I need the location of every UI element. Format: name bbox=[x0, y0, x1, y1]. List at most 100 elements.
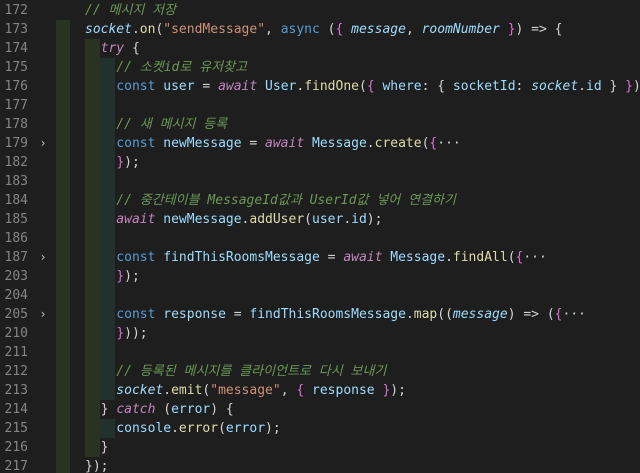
code-text: // 중간테이블 MessageId값과 UserId값 넣어 연결하기 bbox=[85, 191, 456, 210]
code-token: . bbox=[163, 383, 172, 398]
code-token: message bbox=[452, 307, 508, 322]
code-line[interactable]: 213 socket.emit("message", { response })… bbox=[0, 381, 640, 400]
code-text: }); bbox=[85, 457, 108, 473]
code-token: Message bbox=[382, 250, 446, 265]
code-line[interactable]: 178 // 새 메시지 등록 bbox=[0, 115, 640, 134]
code-token: }); bbox=[85, 459, 109, 473]
code-token: . bbox=[366, 136, 375, 151]
code-token: ( bbox=[507, 250, 516, 265]
line-number: 210 bbox=[4, 326, 28, 341]
code-token: const bbox=[85, 79, 156, 94]
code-token: catch bbox=[116, 402, 156, 417]
fold-chevron-icon[interactable]: › bbox=[37, 248, 49, 267]
code-token: response bbox=[155, 307, 226, 322]
code-text: socket.on("sendMessage", async ({ messag… bbox=[85, 20, 563, 39]
code-token: user bbox=[155, 79, 195, 94]
code-text: const findThisRoomsMessage = await Messa… bbox=[85, 248, 547, 267]
code-line[interactable]: 186 bbox=[0, 229, 640, 248]
code-token: : { bbox=[421, 79, 453, 94]
code-text: const response = findThisRoomsMessage.ma… bbox=[85, 305, 586, 324]
code-token: newMessage bbox=[155, 136, 242, 151]
code-token: ) => { bbox=[515, 22, 563, 37]
code-line[interactable]: 216 } bbox=[0, 438, 640, 457]
code-token: where bbox=[374, 79, 422, 94]
code-token: ··· bbox=[437, 136, 461, 151]
code-token: { bbox=[124, 41, 140, 56]
code-line[interactable]: 215 console.error(error); bbox=[0, 419, 640, 438]
code-line[interactable]: 211 bbox=[0, 343, 640, 362]
line-number: 211 bbox=[4, 345, 28, 360]
code-line[interactable]: 182 }); bbox=[0, 153, 640, 172]
fold-chevron-icon[interactable]: › bbox=[37, 134, 49, 153]
code-token: socket bbox=[85, 383, 164, 398]
code-token: . bbox=[343, 212, 352, 227]
code-line[interactable]: 184 // 중간테이블 MessageId값과 UserId값 넣어 연결하기 bbox=[0, 191, 640, 210]
code-line[interactable]: 203 }); bbox=[0, 267, 640, 286]
code-token: findThisRoomsMessage bbox=[155, 250, 320, 265]
line-number: 177 bbox=[4, 98, 28, 113]
code-line[interactable]: 176 const user = await User.findOne({ wh… bbox=[0, 77, 640, 96]
code-token: ··· bbox=[523, 250, 547, 265]
code-token: } bbox=[625, 79, 633, 94]
code-token: // 등록된 메시지를 클라이언트로 다시 보내기 bbox=[85, 364, 387, 379]
code-token: // 새 메시지 등록 bbox=[85, 117, 228, 132]
code-line[interactable]: 210 })); bbox=[0, 324, 640, 343]
code-line[interactable]: 175 // 소켓id로 유저찾고 bbox=[0, 58, 640, 77]
code-token: ( bbox=[155, 402, 172, 417]
code-line[interactable]: 204 bbox=[0, 286, 640, 305]
code-line[interactable]: 177 bbox=[0, 96, 640, 115]
code-line[interactable]: 187 › const findThisRoomsMessage = await … bbox=[0, 248, 640, 267]
code-text: // 소켓id로 유저찾고 bbox=[85, 58, 247, 77]
code-line[interactable]: 173 socket.on("sendMessage", async ({ mes… bbox=[0, 20, 640, 39]
code-text: try { bbox=[85, 39, 140, 58]
code-token: await bbox=[218, 79, 258, 94]
code-line[interactable]: 183 bbox=[0, 172, 640, 191]
code-token: . bbox=[171, 421, 179, 436]
code-token: roomNumber bbox=[421, 22, 500, 37]
code-line[interactable]: 212 // 등록된 메시지를 클라이언트로 다시 보내기 bbox=[0, 362, 640, 381]
code-token: , bbox=[265, 22, 281, 37]
code-line[interactable]: 205 › const response = findThisRoomsMessa… bbox=[0, 305, 640, 324]
code-token: findAll bbox=[452, 250, 508, 265]
code-token: { bbox=[554, 307, 563, 322]
code-token: "message" bbox=[210, 383, 281, 398]
line-number: 186 bbox=[4, 231, 28, 246]
code-token: on bbox=[139, 22, 156, 37]
line-number: 176 bbox=[4, 79, 28, 94]
code-text: socket.emit("message", { response }); bbox=[85, 381, 406, 400]
code-token: error bbox=[178, 421, 219, 436]
code-token: await bbox=[265, 136, 305, 151]
code-token: } bbox=[499, 22, 516, 37]
code-line[interactable]: 174 try { bbox=[0, 39, 640, 58]
code-line[interactable]: 185 await newMessage.addUser(user.id); bbox=[0, 210, 640, 229]
code-token: // 소켓id로 유저찾고 bbox=[85, 60, 247, 75]
code-line[interactable]: 179 › const newMessage = await Message.cr… bbox=[0, 134, 640, 153]
code-token: "sendMessage" bbox=[163, 22, 266, 37]
code-editor[interactable]: 172// 메시지 저장 173 socket.on("sendMessage", … bbox=[0, 0, 640, 473]
code-line[interactable]: 172 // 메시지 저장 bbox=[0, 1, 640, 20]
code-text: }); bbox=[85, 153, 139, 172]
code-token: const bbox=[85, 250, 156, 265]
line-number: 173 bbox=[4, 22, 28, 37]
code-token: ) { bbox=[210, 402, 234, 417]
code-text: } catch (error) { bbox=[85, 400, 234, 419]
line-number: 183 bbox=[4, 174, 28, 189]
code-token: , bbox=[280, 383, 297, 398]
code-token: user bbox=[312, 212, 344, 227]
code-token: = bbox=[241, 136, 266, 151]
code-token: = bbox=[194, 79, 219, 94]
code-token: emit bbox=[171, 383, 203, 398]
code-line[interactable]: 217}); bbox=[0, 457, 640, 473]
code-token: } bbox=[601, 79, 626, 94]
line-number: 215 bbox=[4, 421, 28, 436]
fold-chevron-icon[interactable]: › bbox=[37, 305, 49, 324]
code-token: ); bbox=[124, 269, 140, 284]
code-line[interactable]: 214 } catch (error) { bbox=[0, 400, 640, 419]
code-text: console.error(error); bbox=[85, 419, 280, 438]
code-token: . bbox=[578, 79, 586, 94]
code-token: , bbox=[405, 22, 422, 37]
line-number: 174 bbox=[4, 41, 28, 56]
code-token: (( bbox=[437, 307, 453, 322]
code-token: . bbox=[296, 79, 305, 94]
